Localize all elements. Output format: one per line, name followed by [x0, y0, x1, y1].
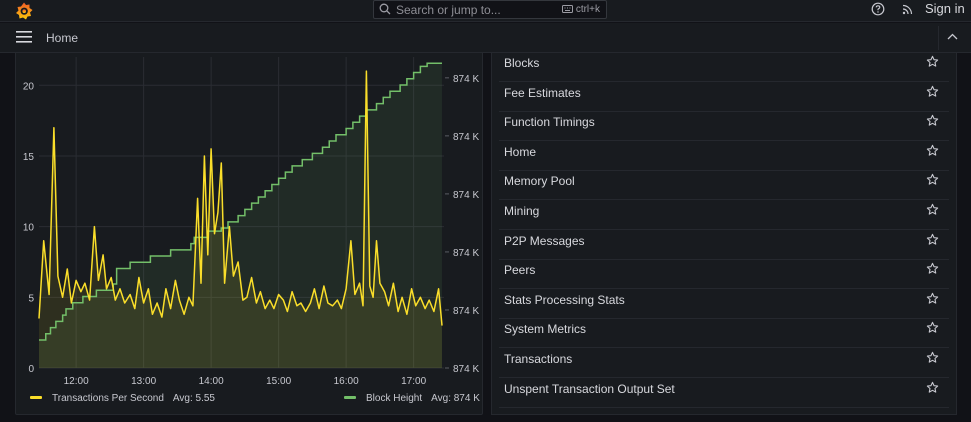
legend-item-tps[interactable]: Transactions Per Second Avg: 5.55	[30, 393, 215, 404]
x-tick-label: 16:00	[334, 376, 359, 387]
y-right-tick-label: 874 K	[453, 248, 479, 259]
legend-label-block-height: Block Height	[366, 393, 423, 404]
time-series-panel: 0 5 10 15 20 874 K 874 K 874 K 874 K 874 K 874 K 12…	[15, 53, 483, 415]
collapse-toolbar-button[interactable]	[938, 26, 966, 50]
dashboard-list-item-label[interactable]: Transactions	[504, 352, 572, 366]
star-icon[interactable]	[926, 203, 939, 221]
y-right-tick-label: 874 K	[453, 190, 479, 201]
star-icon[interactable]	[926, 144, 939, 162]
search-placeholder: Search or jump to...	[396, 3, 501, 17]
dashboard-list-item-label[interactable]: Fee Estimates	[504, 86, 581, 100]
x-tick-label: 12:00	[64, 376, 89, 387]
search-icon	[379, 3, 391, 15]
legend-avg-block-height: Avg: 874 K	[431, 393, 480, 404]
breadcrumb[interactable]: Home	[46, 31, 78, 45]
y-right-tick-label: 874 K	[453, 132, 479, 143]
dashboard-list-item-label[interactable]: Stats Processing Stats	[504, 293, 625, 307]
dashboard-list-item[interactable]: Transactions	[499, 349, 949, 378]
y-left-tick-label: 5	[28, 293, 34, 304]
time-series-chart[interactable]: 0 5 10 15 20 874 K 874 K 874 K 874 K 874 K 874 K 12…	[16, 53, 484, 393]
x-tick-label: 15:00	[266, 376, 291, 387]
y-right-tick-label: 874 K	[453, 74, 479, 85]
star-icon[interactable]	[926, 292, 939, 310]
nav-bar: Home	[0, 23, 971, 53]
y-right-tick-label: 874 K	[453, 364, 479, 375]
dashboard-list-panel: Blocks Fee Estimates Function Timings Home M…	[491, 53, 957, 415]
dashboard-list-item-label[interactable]: Unspent Transaction Output Set	[504, 382, 675, 396]
star-icon[interactable]	[926, 173, 939, 191]
x-tick-label: 14:00	[199, 376, 224, 387]
chevron-up-icon	[947, 33, 958, 40]
legend-swatch-tps	[30, 396, 42, 399]
dashboard-list-item-label[interactable]: System Metrics	[504, 322, 586, 336]
x-tick-label: 13:00	[131, 376, 156, 387]
dashboard-list-item[interactable]: Home	[499, 142, 949, 171]
star-icon[interactable]	[926, 114, 939, 132]
dashboard-list-item-label[interactable]: Blocks	[504, 56, 539, 70]
dashboard-list-item-label[interactable]: Memory Pool	[504, 174, 575, 188]
star-icon[interactable]	[926, 85, 939, 103]
dashboard-list-item[interactable]: Function Timings	[499, 112, 949, 142]
star-icon[interactable]	[926, 351, 939, 369]
hamburger-menu-icon[interactable]	[16, 31, 32, 43]
grafana-logo-icon[interactable]	[14, 1, 34, 21]
y-left-tick-label: 15	[23, 152, 35, 163]
sign-in-link[interactable]: Sign in	[925, 1, 965, 16]
star-icon[interactable]	[926, 233, 939, 251]
star-icon[interactable]	[926, 262, 939, 280]
y-right-tick-label: 874 K	[453, 306, 479, 317]
star-icon[interactable]	[926, 321, 939, 339]
page-bottom	[0, 416, 971, 422]
search-shortcut: ctrl+k	[561, 4, 600, 15]
dashboard-list-item[interactable]: Mining	[499, 201, 949, 230]
keyboard-icon	[561, 5, 573, 13]
x-tick-label: 17:00	[401, 376, 426, 387]
legend-avg-tps: Avg: 5.55	[172, 393, 215, 404]
rss-icon[interactable]	[901, 2, 915, 16]
y-left-tick-label: 0	[28, 364, 34, 375]
search-shortcut-label: ctrl+k	[575, 4, 600, 15]
dashboard-list-item[interactable]: Memory Pool	[499, 171, 949, 201]
star-icon[interactable]	[926, 55, 939, 73]
legend-label-tps: Transactions Per Second	[52, 393, 164, 404]
help-circle-icon[interactable]	[871, 2, 885, 16]
dashboard-list-item-label[interactable]: Mining	[504, 204, 539, 218]
y-left-tick-label: 20	[23, 81, 35, 92]
legend-item-block-height[interactable]: Block Height Avg: 874 K	[344, 393, 480, 404]
dashboard-list-item-label[interactable]: Peers	[504, 263, 535, 277]
dashboard-list-item[interactable]: Blocks	[499, 53, 949, 82]
dashboard-list-item[interactable]: Unspent Transaction Output Set	[499, 379, 949, 408]
dashboard-list-item-label[interactable]: Function Timings	[504, 115, 595, 129]
dashboard-list-item[interactable]: P2P Messages	[499, 231, 949, 260]
star-icon[interactable]	[926, 381, 939, 399]
y-left-tick-label: 10	[23, 223, 35, 234]
dashboard-list-item[interactable]: Fee Estimates	[499, 83, 949, 112]
dashboard-list-item[interactable]: Peers	[499, 260, 949, 290]
dashboard-list-item[interactable]: System Metrics	[499, 319, 949, 349]
chart-legend: Transactions Per Second Avg: 5.55 Block H…	[16, 393, 484, 413]
dashboard-list-item-label[interactable]: Home	[504, 145, 536, 159]
top-bar: Search or jump to... ctrl+k Sign in	[0, 0, 971, 22]
dashboard-list-item[interactable]: Stats Processing Stats	[499, 290, 949, 319]
dashboard-list-item-label[interactable]: P2P Messages	[504, 234, 585, 248]
legend-swatch-block-height	[344, 396, 356, 399]
search-input[interactable]: Search or jump to... ctrl+k	[373, 0, 607, 19]
